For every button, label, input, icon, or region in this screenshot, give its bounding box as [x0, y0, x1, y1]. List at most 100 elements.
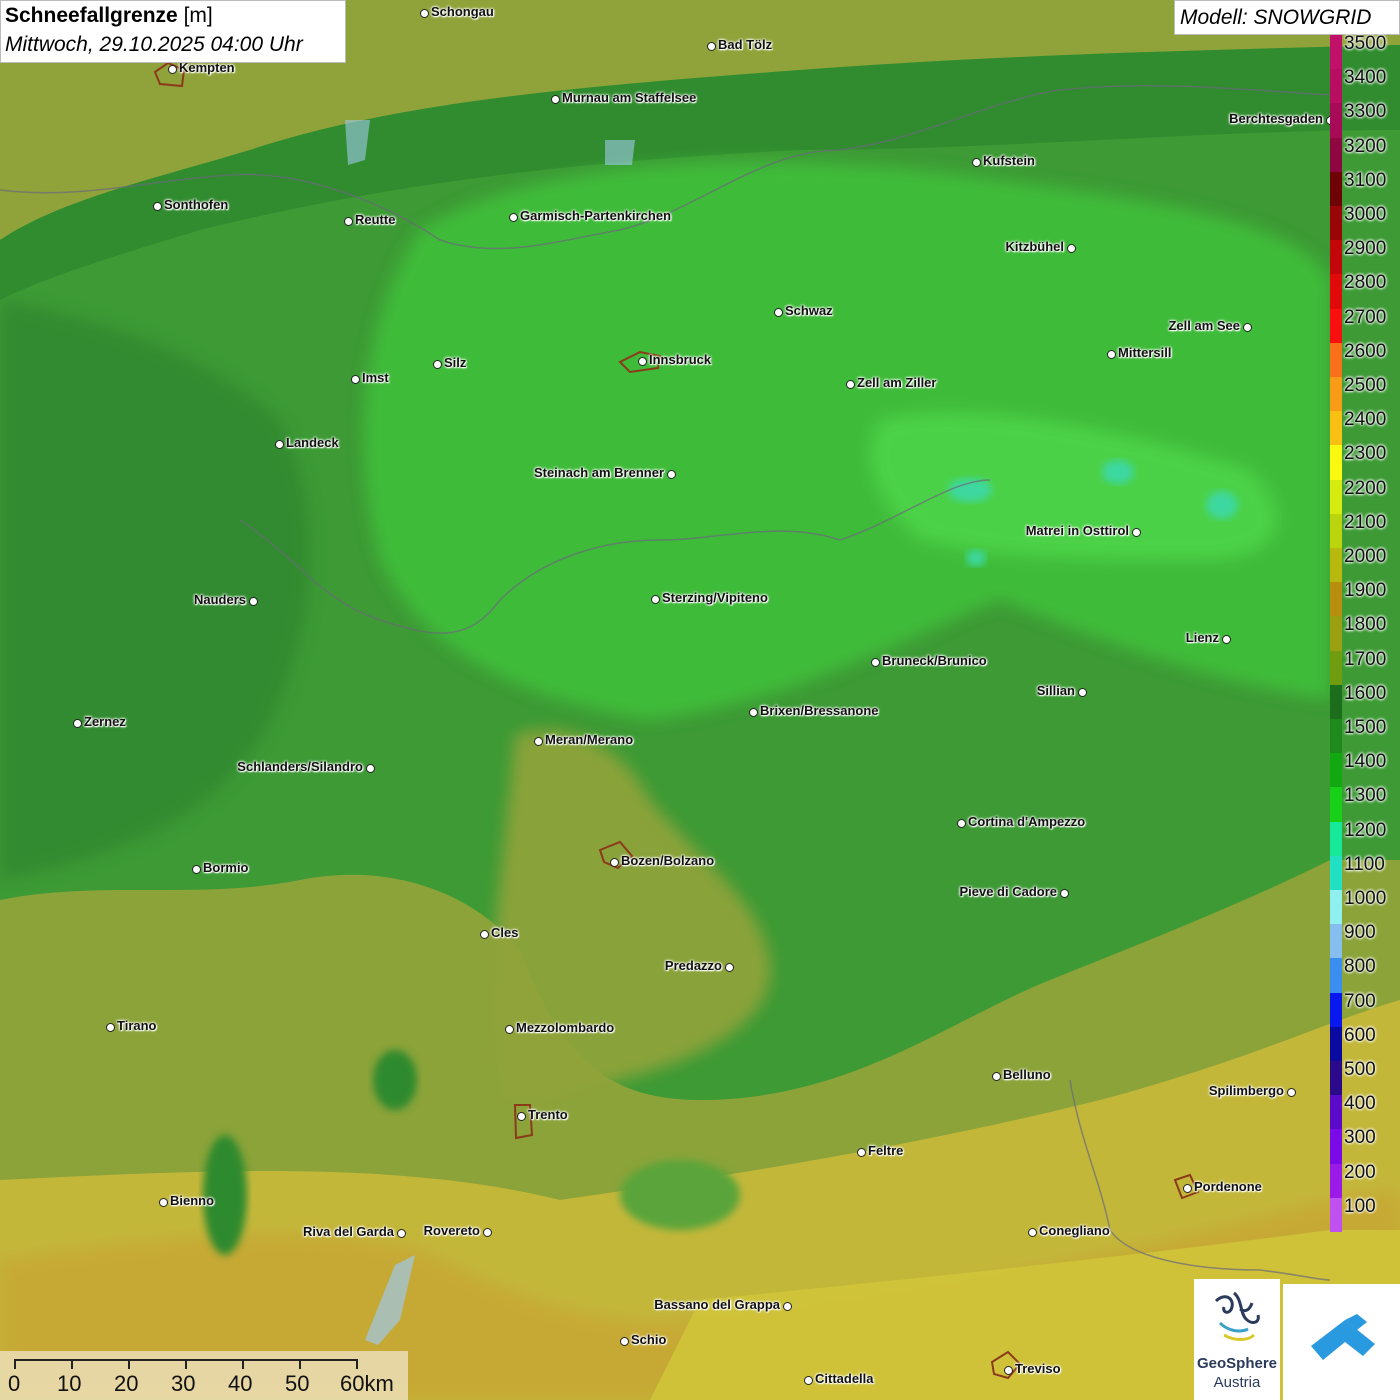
scale-tick: [14, 1359, 16, 1369]
legend-swatch: [1330, 787, 1342, 823]
legend-swatch: [1330, 103, 1342, 139]
city-label: Cortina d'Ampezzo: [968, 814, 1086, 829]
lake-2: [605, 140, 635, 165]
city-dot-icon: [1132, 528, 1141, 537]
city-label: Mezzolombardo: [516, 1020, 615, 1035]
city-label: Bormio: [203, 860, 249, 875]
city-dot-icon: [159, 1198, 168, 1207]
legend-swatch: [1330, 616, 1342, 652]
legend-label: 1200: [1344, 819, 1387, 841]
legend-label: 100: [1344, 1195, 1376, 1217]
city-dot-icon: [344, 217, 353, 226]
city-label: Matrei in Osttirol: [1025, 523, 1129, 538]
city-label: Innsbruck: [649, 352, 712, 367]
city-label: Tirano: [117, 1018, 157, 1033]
city-label: Trento: [528, 1107, 568, 1122]
city-dot-icon: [480, 930, 489, 939]
legend-label: 300: [1344, 1127, 1376, 1149]
legend-label: 2500: [1344, 375, 1387, 396]
scale-bar: 0 10 20 30 40 50 60km: [0, 1351, 408, 1400]
legend-swatch: [1330, 684, 1342, 720]
legend-swatch: [1330, 958, 1342, 994]
city-dot-icon: [783, 1302, 792, 1311]
legend-swatch: [1330, 753, 1342, 788]
city-label: Zernez: [84, 714, 126, 729]
city-dot-icon: [551, 95, 560, 104]
city-dot-icon: [774, 308, 783, 317]
city-label: Kufstein: [983, 153, 1035, 168]
scale-tick: [128, 1359, 130, 1369]
legend-swatch: [1330, 548, 1342, 583]
city-label: Cittadella: [815, 1371, 874, 1386]
city-dot-icon: [433, 360, 442, 369]
city-label: Pordenone: [1194, 1179, 1262, 1194]
legend-swatch: [1330, 342, 1342, 378]
model-box: Modell: SNOWGRID: [1174, 0, 1400, 35]
city-label: Silz: [444, 355, 467, 370]
legend-label: 1800: [1344, 614, 1387, 636]
legend-swatch: [1330, 1095, 1342, 1130]
city-dot-icon: [804, 1376, 813, 1385]
city-label: Conegliano: [1039, 1223, 1110, 1238]
legend-swatch: [1330, 582, 1342, 617]
city-dot-icon: [1004, 1366, 1013, 1375]
city-label: Nauders: [193, 592, 246, 607]
legend-label: 3200: [1344, 135, 1387, 157]
city-label: Riva del Garda: [302, 1224, 394, 1239]
city-label: Meran/Merano: [545, 732, 634, 747]
partner-logo[interactable]: [1283, 1284, 1400, 1400]
legend-swatch: [1330, 1061, 1342, 1096]
legend-swatch: [1330, 924, 1342, 959]
city-label: Bozen/Bolzano: [621, 853, 715, 868]
city-label: Kitzbühel: [1005, 239, 1065, 254]
forecast-datetime: Mittwoch, 29.10.2025 04:00 Uhr: [5, 33, 303, 56]
legend-swatch: [1330, 274, 1342, 310]
city-dot-icon: [857, 1148, 866, 1157]
city-label: Predazzo: [664, 958, 722, 973]
scale-label: 30: [171, 1371, 196, 1396]
legend-label: 200: [1344, 1161, 1376, 1183]
geosphere-emblem-icon: [1214, 1291, 1260, 1341]
city-dot-icon: [707, 42, 716, 51]
city-dot-icon: [249, 597, 258, 606]
scale-tick: [356, 1359, 358, 1369]
city-dot-icon: [366, 764, 375, 773]
legend-swatch: [1330, 377, 1342, 412]
city-dot-icon: [1222, 635, 1231, 644]
city-label: Steinach am Brenner: [533, 465, 664, 480]
city-label: Schio: [631, 1332, 667, 1347]
city-dot-icon: [73, 719, 82, 728]
scale-label: 20: [114, 1371, 139, 1396]
city-label: Schlanders/Silandro: [237, 759, 363, 774]
city-label: Zell am Ziller: [857, 375, 937, 390]
city-label: Sonthofen: [164, 197, 229, 212]
page-title: Schneefallgrenze [m]: [5, 4, 213, 28]
legend-swatch: [1330, 1197, 1342, 1233]
city-dot-icon: [275, 440, 284, 449]
city-label: Bienno: [170, 1193, 215, 1208]
city-dot-icon: [846, 380, 855, 389]
legend-swatch: [1330, 69, 1342, 104]
legend-swatch: [1330, 855, 1342, 891]
legend-label: 2200: [1344, 477, 1387, 499]
city-dot-icon: [1028, 1228, 1037, 1237]
legend-label: 2900: [1344, 238, 1387, 260]
geosphere-logo[interactable]: GeoSphere Austria: [1194, 1279, 1280, 1400]
city-label: Garmisch-Partenkirchen: [520, 208, 672, 223]
city-dot-icon: [972, 158, 981, 167]
legend-swatch: [1330, 411, 1342, 446]
geosphere-name: GeoSphere: [1196, 1355, 1278, 1372]
city-label: Bruneck/Brunico: [882, 653, 987, 668]
city-dot-icon: [667, 470, 676, 479]
legend-label: 800: [1344, 956, 1376, 978]
city-dot-icon: [1060, 889, 1069, 898]
city-dot-icon: [992, 1072, 1001, 1081]
scale-label: 60km: [340, 1371, 394, 1396]
legend-swatch: [1330, 240, 1342, 275]
legend-swatch: [1330, 171, 1342, 207]
legend-swatch: [1330, 821, 1342, 857]
title-box: Schneefallgrenze [m] Mittwoch, 29.10.202…: [0, 0, 346, 63]
city-label: Bassano del Grappa: [654, 1297, 780, 1312]
legend-swatch: [1330, 1026, 1342, 1062]
city-label: Brixen/Bressanone: [760, 703, 879, 718]
